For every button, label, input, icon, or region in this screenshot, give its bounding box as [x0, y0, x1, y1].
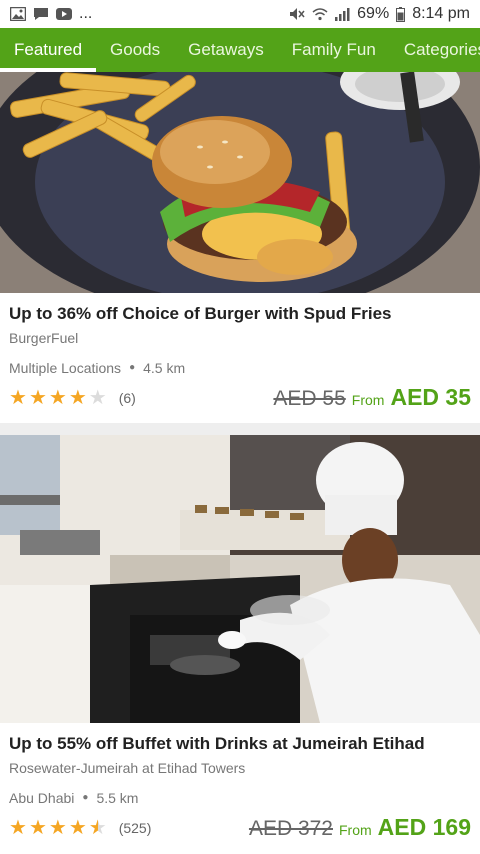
tab-featured[interactable]: Featured	[0, 28, 97, 72]
deal-title: Up to 55% off Buffet with Drinks at Jume…	[9, 734, 425, 753]
deal-price: AED 169	[377, 814, 471, 840]
deal-feed: Up to 36% off Choice of Burger with Spud…	[0, 72, 480, 853]
star-icon: ★	[68, 386, 87, 409]
card-divider	[0, 423, 480, 435]
deal-info: Up to 36% off Choice of Burger with Spud…	[0, 293, 480, 423]
deal-card[interactable]: Up to 36% off Choice of Burger with Spud…	[0, 72, 480, 423]
original-price: AED 55	[273, 387, 346, 410]
deal-card[interactable]: Up to 55% off Buffet with Drinks at Jume…	[0, 435, 480, 853]
deal-distance: 4.5 km	[143, 360, 186, 376]
notification-area: ...	[10, 5, 92, 23]
price-block: AED 372 From AED 169	[249, 814, 471, 841]
star-icon: ★	[48, 386, 67, 409]
star-icon: ★	[9, 816, 27, 839]
battery-icon	[396, 6, 406, 22]
mute-icon	[289, 7, 305, 21]
deal-merchant: Rosewater-Jumeirah at Etihad Towers	[9, 760, 246, 776]
separator-dot: ●	[129, 362, 136, 373]
wifi-icon	[312, 7, 328, 21]
message-icon	[33, 7, 49, 21]
rating-count: (6)	[118, 389, 136, 406]
price-block: AED 55 From AED 35	[273, 384, 471, 411]
tab-goods[interactable]: Goods	[96, 28, 174, 72]
deal-location-row: Abu Dhabi ● 5.5 km	[9, 789, 471, 807]
star-rating: ★ ★ ★ ★ ★ (6)	[9, 388, 136, 408]
deal-title: Up to 36% off Choice of Burger with Spud…	[9, 304, 392, 323]
deal-distance: 5.5 km	[96, 790, 139, 806]
star-rating: ★ ★ ★ ★ ★ (525)	[9, 818, 151, 838]
category-tab-bar: Featured Goods Getaways Family Fun Categ…	[0, 28, 480, 72]
separator-dot: ●	[82, 792, 89, 803]
deal-bottom-row: ★ ★ ★ ★ ★ (6) AED 55 From AED 35	[9, 384, 471, 411]
signal-icon	[335, 7, 350, 21]
star-icon: ★	[28, 386, 47, 409]
deal-info: Up to 55% off Buffet with Drinks at Jume…	[0, 723, 480, 853]
deal-merchant: BurgerFuel	[9, 330, 79, 346]
original-price: AED 372	[248, 817, 333, 840]
rating-count: (525)	[118, 819, 152, 836]
star-half-icon: ★	[88, 816, 107, 839]
star-icon: ★	[9, 386, 27, 409]
from-label: From	[351, 392, 385, 408]
battery-percent: 69%	[357, 5, 390, 22]
deal-image-buffet[interactable]	[0, 435, 480, 723]
tab-getaways[interactable]: Getaways	[174, 28, 278, 72]
star-icon: ★	[48, 816, 67, 839]
deal-location: Abu Dhabi	[9, 790, 75, 806]
from-label: From	[339, 822, 372, 838]
status-bar: ... 69% 8:14 pm	[0, 0, 480, 28]
tab-family-fun[interactable]: Family Fun	[278, 28, 390, 72]
system-status: 69% 8:14 pm	[289, 5, 470, 23]
star-icon: ★	[28, 816, 47, 839]
youtube-icon	[56, 8, 72, 20]
star-icon: ★	[68, 816, 87, 839]
deal-price: AED 35	[390, 384, 471, 410]
star-empty-icon: ★	[88, 386, 107, 409]
image-icon	[10, 7, 26, 21]
deal-location: Multiple Locations	[9, 360, 122, 376]
tab-categories[interactable]: Categories	[390, 28, 480, 72]
more-notifications: ...	[79, 5, 93, 22]
deal-image-burger[interactable]	[0, 72, 480, 293]
deal-bottom-row: ★ ★ ★ ★ ★ (525) AED 372 From AED 169	[9, 814, 471, 841]
clock: 8:14 pm	[412, 5, 470, 22]
deal-location-row: Multiple Locations ● 4.5 km	[9, 359, 471, 377]
